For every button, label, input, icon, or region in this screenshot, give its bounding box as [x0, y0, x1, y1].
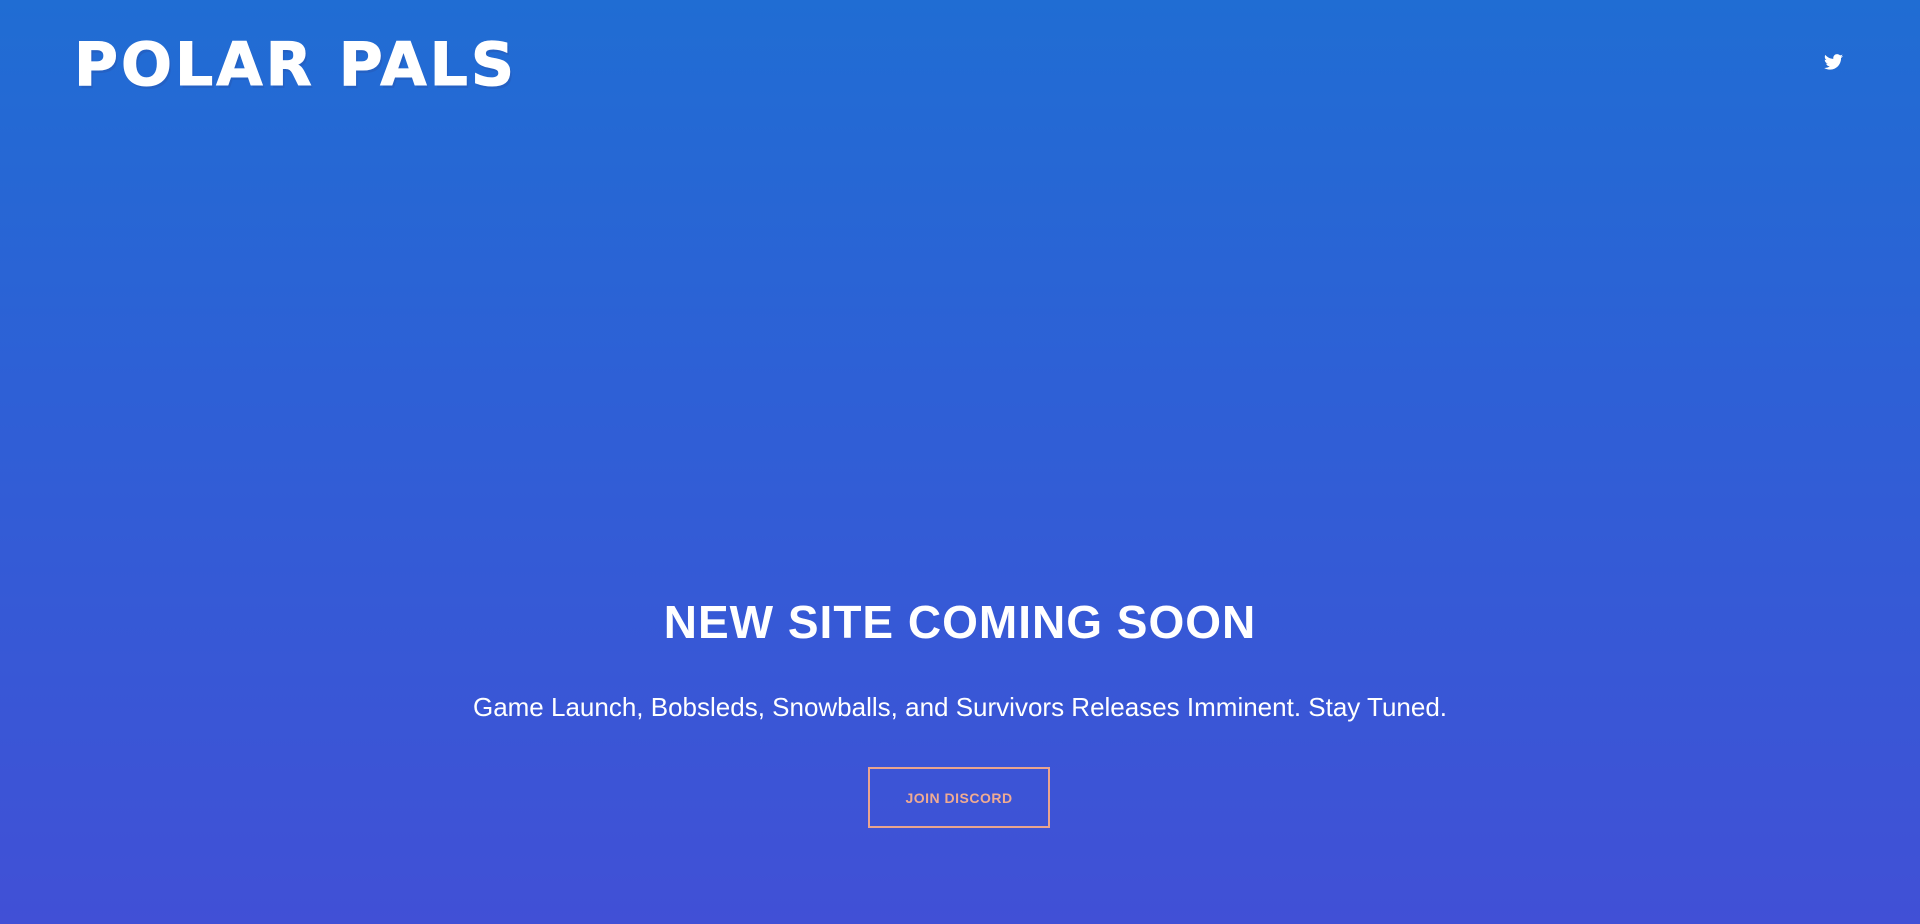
join-discord-button[interactable]: JOIN DISCORD — [868, 767, 1050, 828]
site-header: POLAR PALS — [0, 0, 1920, 130]
site-logo[interactable]: POLAR PALS — [73, 30, 518, 100]
logo-text: POLAR PALS — [73, 30, 518, 100]
page-title: NEW SITE COMING SOON — [663, 596, 1257, 648]
hero-subtitle: Game Launch, Bobsleds, Snowballs, and Su… — [472, 692, 1448, 722]
hero-section: NEW SITE COMING SOON Game Launch, Bobsle… — [0, 590, 1920, 828]
twitter-icon — [1823, 54, 1843, 70]
twitter-link[interactable] — [1820, 50, 1846, 74]
